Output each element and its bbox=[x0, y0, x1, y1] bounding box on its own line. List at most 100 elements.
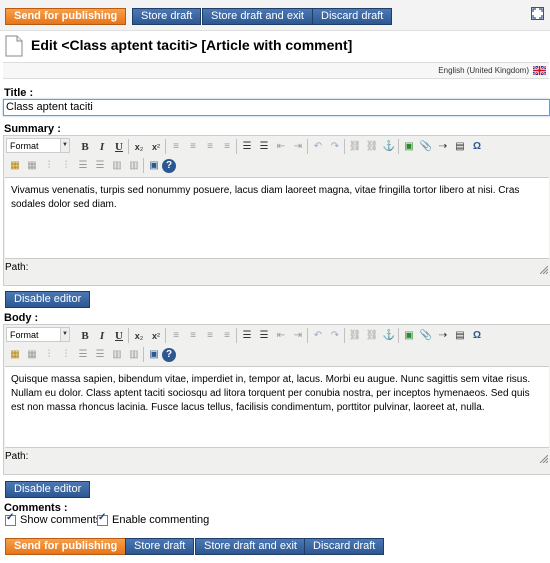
unlink-icon[interactable]: ⛓ bbox=[363, 327, 381, 345]
format-select[interactable]: Format ▼ bbox=[6, 138, 70, 153]
body-toolbar-row-1: Format ▼ B I U x₂ x² ≡ ≡ ≡ ≡ ☰ ☰ ⇤ ⇥ ↶ ↷… bbox=[6, 327, 546, 345]
merge-cells-icon[interactable]: ▥ bbox=[108, 157, 126, 175]
special-character-icon[interactable]: Ω bbox=[468, 327, 486, 345]
unlink-icon[interactable]: ⛓ bbox=[363, 138, 381, 156]
outdent-icon[interactable]: ⇤ bbox=[272, 138, 290, 156]
align-left-icon[interactable]: ≡ bbox=[167, 327, 185, 345]
align-right-icon[interactable]: ≡ bbox=[201, 327, 219, 345]
outdent-icon[interactable]: ⇤ bbox=[272, 327, 290, 345]
underline-icon[interactable]: U bbox=[110, 327, 128, 345]
title-label: Title : bbox=[4, 87, 34, 99]
bold-icon[interactable]: B bbox=[76, 327, 94, 345]
help-icon[interactable]: ? bbox=[162, 348, 176, 362]
source-code-icon[interactable]: ▣ bbox=[145, 157, 163, 175]
delete-column-icon[interactable]: ⫶ bbox=[57, 346, 75, 364]
split-cells-icon[interactable]: ▥ bbox=[125, 346, 143, 364]
chevron-down-icon: ▼ bbox=[60, 139, 69, 152]
enable-commenting-checkbox[interactable] bbox=[97, 512, 108, 526]
anchor-icon[interactable]: ⚓ bbox=[380, 327, 398, 345]
italic-icon[interactable]: I bbox=[93, 138, 111, 156]
link-icon[interactable]: ⛓ bbox=[346, 327, 364, 345]
resize-grip-icon[interactable] bbox=[540, 455, 548, 463]
page-title: Edit <Class aptent taciti> [Article with… bbox=[31, 37, 353, 53]
literal-icon[interactable]: ▤ bbox=[451, 327, 469, 345]
summary-content[interactable]: Vivamus venenatis, turpis sed nonummy po… bbox=[5, 177, 549, 259]
delete-table-icon[interactable]: ▦ bbox=[23, 157, 41, 175]
toolbar-separator bbox=[236, 139, 237, 154]
attachment-icon[interactable]: 📎 bbox=[417, 138, 435, 156]
body-content[interactable]: Quisque massa sapien, bibendum vitae, im… bbox=[5, 366, 549, 448]
send-for-publishing-button-bottom[interactable]: Send for publishing bbox=[5, 538, 127, 555]
indent-icon[interactable]: ⇥ bbox=[289, 327, 307, 345]
delete-table-icon[interactable]: ▦ bbox=[23, 346, 41, 364]
table-icon[interactable]: ▦ bbox=[6, 346, 24, 364]
toolbar-separator bbox=[128, 328, 129, 343]
delete-column-icon[interactable]: ⫶ bbox=[57, 157, 75, 175]
merge-cells-icon[interactable]: ▥ bbox=[108, 346, 126, 364]
redo-icon[interactable]: ↷ bbox=[326, 138, 344, 156]
superscript-icon[interactable]: x² bbox=[147, 138, 165, 156]
insert-row-icon[interactable]: ☰ bbox=[74, 346, 92, 364]
bullet-list-icon[interactable]: ☰ bbox=[238, 327, 256, 345]
align-right-icon[interactable]: ≡ bbox=[201, 138, 219, 156]
underline-icon[interactable]: U bbox=[110, 138, 128, 156]
summary-editor: Format ▼ B I U x₂ x² ≡ ≡ ≡ ≡ ☰ ☰ ⇤ ⇥ ↶ ↷… bbox=[3, 135, 550, 286]
align-center-icon[interactable]: ≡ bbox=[184, 327, 202, 345]
store-draft-and-exit-button-bottom[interactable]: Store draft and exit bbox=[195, 538, 306, 555]
help-icon[interactable]: ? bbox=[162, 159, 176, 173]
resize-grip-icon[interactable] bbox=[540, 266, 548, 274]
store-draft-button-bottom[interactable]: Store draft bbox=[125, 538, 195, 555]
split-cells-icon[interactable]: ▥ bbox=[125, 157, 143, 175]
align-center-icon[interactable]: ≡ bbox=[184, 138, 202, 156]
delete-row-icon[interactable]: ☰ bbox=[91, 346, 109, 364]
store-draft-and-exit-button[interactable]: Store draft and exit bbox=[202, 8, 313, 25]
anchor-icon[interactable]: ⚓ bbox=[380, 138, 398, 156]
title-input[interactable] bbox=[3, 99, 550, 116]
body-disable-editor-button[interactable]: Disable editor bbox=[5, 481, 91, 498]
redo-icon[interactable]: ↷ bbox=[326, 327, 344, 345]
attachment-icon[interactable]: 📎 bbox=[417, 327, 435, 345]
numbered-list-icon[interactable]: ☰ bbox=[255, 327, 273, 345]
subscript-icon[interactable]: x₂ bbox=[130, 138, 148, 156]
bold-icon[interactable]: B bbox=[76, 138, 94, 156]
subscript-icon[interactable]: x₂ bbox=[130, 327, 148, 345]
insert-image-icon[interactable]: ▣ bbox=[400, 327, 418, 345]
toolbar-separator bbox=[165, 139, 166, 154]
superscript-icon[interactable]: x² bbox=[147, 327, 165, 345]
insert-object-icon[interactable]: ⇢ bbox=[434, 138, 452, 156]
table-icon[interactable]: ▦ bbox=[6, 157, 24, 175]
bullet-list-icon[interactable]: ☰ bbox=[238, 138, 256, 156]
delete-row-icon[interactable]: ☰ bbox=[91, 157, 109, 175]
literal-icon[interactable]: ▤ bbox=[451, 138, 469, 156]
uk-flag-icon bbox=[533, 66, 546, 75]
indent-icon[interactable]: ⇥ bbox=[289, 138, 307, 156]
store-draft-button[interactable]: Store draft bbox=[132, 8, 202, 25]
discard-draft-button[interactable]: Discard draft bbox=[312, 8, 393, 25]
align-justify-icon[interactable]: ≡ bbox=[218, 327, 236, 345]
italic-icon[interactable]: I bbox=[93, 327, 111, 345]
insert-column-icon[interactable]: ⫶ bbox=[40, 346, 58, 364]
format-select[interactable]: Format ▼ bbox=[6, 327, 70, 342]
show-comments-checkbox[interactable] bbox=[5, 512, 16, 526]
numbered-list-icon[interactable]: ☰ bbox=[255, 138, 273, 156]
maximize-icon[interactable] bbox=[531, 7, 544, 20]
align-justify-icon[interactable]: ≡ bbox=[218, 138, 236, 156]
align-left-icon[interactable]: ≡ bbox=[167, 138, 185, 156]
summary-disable-editor-button[interactable]: Disable editor bbox=[5, 291, 91, 308]
insert-object-icon[interactable]: ⇢ bbox=[434, 327, 452, 345]
link-icon[interactable]: ⛓ bbox=[346, 138, 364, 156]
insert-column-icon[interactable]: ⫶ bbox=[40, 157, 58, 175]
summary-toolbar-row-1: Format ▼ B I U x₂ x² ≡ ≡ ≡ ≡ ☰ ☰ ⇤ ⇥ ↶ ↷… bbox=[6, 138, 546, 156]
document-icon bbox=[5, 35, 23, 57]
body-editor: Format ▼ B I U x₂ x² ≡ ≡ ≡ ≡ ☰ ☰ ⇤ ⇥ ↶ ↷… bbox=[3, 324, 550, 475]
top-action-bar: Send for publishing Store draft Store dr… bbox=[0, 0, 550, 31]
insert-row-icon[interactable]: ☰ bbox=[74, 157, 92, 175]
source-code-icon[interactable]: ▣ bbox=[145, 346, 163, 364]
send-for-publishing-button[interactable]: Send for publishing bbox=[5, 8, 127, 25]
undo-icon[interactable]: ↶ bbox=[309, 327, 327, 345]
toolbar-separator bbox=[165, 328, 166, 343]
special-character-icon[interactable]: Ω bbox=[468, 138, 486, 156]
discard-draft-button-bottom[interactable]: Discard draft bbox=[304, 538, 385, 555]
insert-image-icon[interactable]: ▣ bbox=[400, 138, 418, 156]
undo-icon[interactable]: ↶ bbox=[309, 138, 327, 156]
